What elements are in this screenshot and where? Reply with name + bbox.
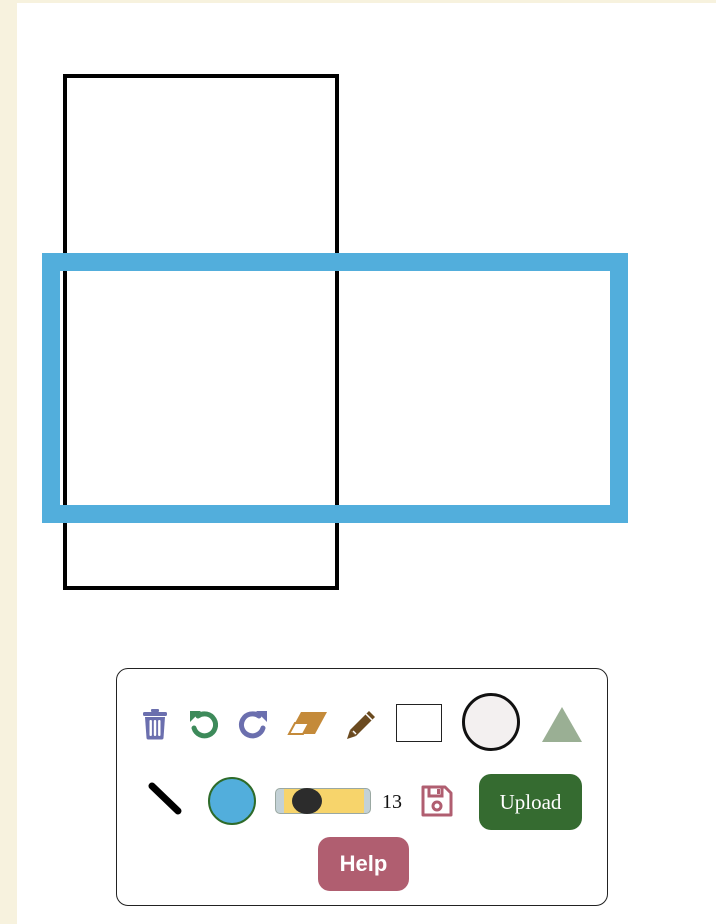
eraser-button[interactable]: [287, 707, 329, 741]
eraser-icon: [287, 712, 327, 735]
redo-icon: [238, 711, 267, 739]
undo-button[interactable]: [186, 707, 222, 741]
page: 13 Upload Help: [0, 0, 716, 924]
trash-button[interactable]: [141, 707, 169, 741]
circle-tool-icon[interactable]: [462, 693, 520, 751]
undo-icon: [190, 711, 219, 739]
pencil-icon: [347, 711, 375, 739]
upload-button[interactable]: Upload: [479, 774, 582, 830]
triangle-tool-icon: [542, 707, 582, 742]
pencil-button[interactable]: [343, 707, 379, 743]
rectangle-tool-icon[interactable]: [396, 704, 442, 742]
slider-knob[interactable]: [292, 788, 322, 814]
redo-button[interactable]: [235, 707, 271, 741]
drawing-toolbar: 13 Upload Help: [116, 668, 608, 906]
trash-icon: [143, 709, 167, 740]
slider-track[interactable]: [275, 788, 371, 814]
triangle-tool-button[interactable]: [539, 703, 585, 745]
help-button[interactable]: Help: [318, 837, 409, 891]
brush-size-slider[interactable]: [275, 788, 371, 814]
brush-size-value: 13: [382, 791, 402, 813]
line-tool-icon: [148, 782, 182, 815]
line-tool-button[interactable]: [145, 779, 185, 819]
save-button[interactable]: [419, 783, 455, 819]
save-icon: [421, 785, 453, 817]
left-border-strip: [0, 0, 17, 924]
color-picker[interactable]: [208, 777, 256, 825]
